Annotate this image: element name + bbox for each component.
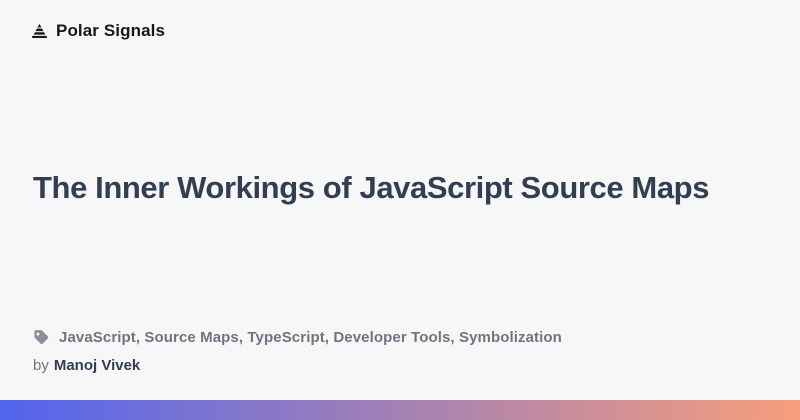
polar-signals-pyramid-icon: [30, 22, 49, 41]
author-prefix: by: [33, 357, 49, 374]
brand-logo: Polar Signals: [30, 21, 165, 41]
post-tags: JavaScript, Source Maps, TypeScript, Dev…: [59, 329, 562, 346]
author-row: by Manoj Vivek: [33, 357, 140, 374]
gradient-accent-bar: [0, 400, 800, 420]
author-name: Manoj Vivek: [54, 357, 140, 374]
brand-name: Polar Signals: [56, 21, 165, 41]
tag-icon: [32, 328, 50, 346]
tags-row: JavaScript, Source Maps, TypeScript, Dev…: [32, 328, 562, 346]
blog-social-card: Polar Signals The Inner Workings of Java…: [0, 0, 800, 420]
post-title: The Inner Workings of JavaScript Source …: [33, 166, 709, 209]
